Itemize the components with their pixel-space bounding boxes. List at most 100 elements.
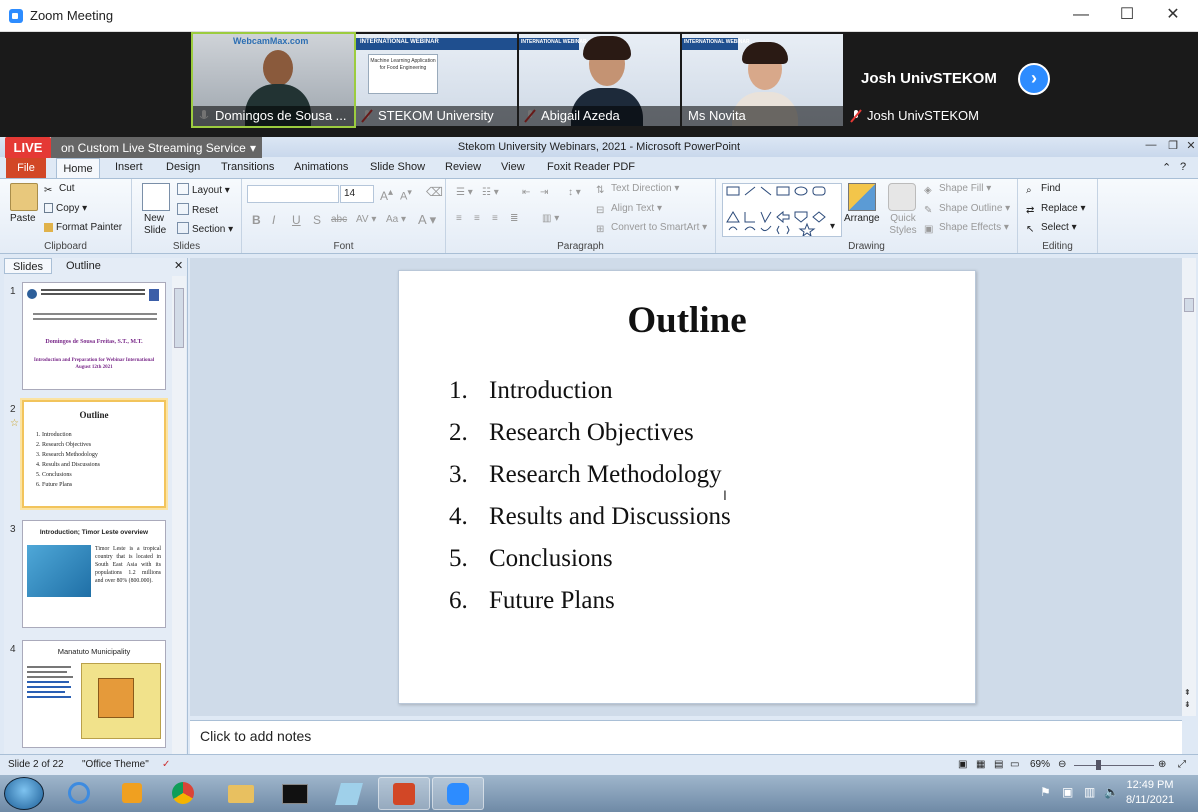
panel-close-icon[interactable]: ✕ <box>166 258 191 274</box>
align-text-button[interactable]: ⊟ Align Text ▾ <box>596 203 662 217</box>
numbering-icon[interactable]: ☷ ▾ <box>482 187 499 198</box>
increase-indent-icon[interactable]: ⇥ <box>540 187 548 198</box>
ppt-close-button[interactable]: ✕ <box>1182 139 1198 152</box>
slide-thumbnail[interactable]: Manatuto Municipality <box>22 640 166 748</box>
help-icon[interactable]: ? <box>1180 161 1186 173</box>
arrange-icon[interactable] <box>848 183 876 211</box>
slide-thumbnail-selected[interactable]: Outline 1. Introduction 2. Research Obje… <box>22 400 166 508</box>
taskbar-zoom[interactable] <box>432 777 484 810</box>
live-badge[interactable]: LIVE <box>5 137 51 159</box>
slide-scroll-thumb[interactable] <box>1184 298 1194 312</box>
strikethrough-button[interactable]: abc <box>331 214 347 225</box>
change-case-button[interactable]: Aa ▾ <box>386 214 406 225</box>
taskbar-media[interactable] <box>106 777 158 810</box>
new-slide-icon[interactable] <box>142 183 170 211</box>
next-participants-button[interactable]: › <box>1018 63 1050 95</box>
reading-view-icon[interactable]: ▤ <box>994 759 1003 770</box>
shadow-button[interactable]: S <box>313 213 321 227</box>
tab-view[interactable]: View <box>501 161 525 173</box>
smartart-button[interactable]: ⊞ Convert to SmartArt ▾ <box>596 222 707 236</box>
text-direction-button[interactable]: ⇅ Text Direction ▾ <box>596 183 679 197</box>
taskbar-app[interactable] <box>324 777 376 810</box>
reset-button[interactable]: Reset <box>177 203 218 216</box>
notes-pane[interactable]: Click to add notes <box>190 720 1182 754</box>
format-painter-button[interactable]: Format Painter <box>44 222 122 233</box>
char-spacing-icon[interactable]: AV ▾ <box>356 214 376 225</box>
tab-transitions[interactable]: Transitions <box>221 161 274 173</box>
align-right-icon[interactable]: ≡ <box>492 213 498 224</box>
select-button[interactable]: ↖ Select ▾ <box>1026 222 1077 236</box>
shape-fill-button[interactable]: ◈ Shape Fill ▾ <box>924 183 991 197</box>
network-icon[interactable]: ▥ <box>1084 785 1095 799</box>
next-slide-icon[interactable]: ⇟ <box>1184 700 1191 709</box>
tab-file[interactable]: File <box>6 158 46 178</box>
maximize-button[interactable]: ☐ <box>1104 4 1150 28</box>
tray-icon[interactable]: ▣ <box>1062 785 1073 799</box>
zoom-slider-thumb[interactable] <box>1096 760 1101 770</box>
fit-slide-icon[interactable]: ⤢ <box>1178 759 1186 770</box>
decrease-indent-icon[interactable]: ⇤ <box>522 187 530 198</box>
layout-button[interactable]: Layout ▾ <box>177 183 230 196</box>
align-left-icon[interactable]: ≡ <box>456 213 462 224</box>
close-button[interactable]: ✕ <box>1150 4 1196 28</box>
arrange-button[interactable]: Arrange <box>844 213 880 224</box>
clear-format-icon[interactable]: ⌫ <box>426 185 443 199</box>
grow-font-icon[interactable]: A▴ <box>380 187 393 203</box>
paste-icon[interactable] <box>10 183 38 211</box>
font-color-button[interactable]: A ▾ <box>418 212 436 228</box>
prev-slide-icon[interactable]: ⇞ <box>1184 688 1191 697</box>
taskbar-explorer[interactable] <box>216 777 268 810</box>
tab-slide-show[interactable]: Slide Show <box>370 161 425 173</box>
justify-icon[interactable]: ≣ <box>510 213 518 224</box>
start-button[interactable] <box>4 777 44 810</box>
slide-title[interactable]: Outline <box>399 299 975 342</box>
copy-button[interactable]: Copy ▾ <box>44 203 87 214</box>
participant-tile[interactable]: INTERNATIONAL WEBINAR Machine Learning A… <box>356 34 517 126</box>
tab-foxit[interactable]: Foxit Reader PDF <box>547 161 635 173</box>
tab-outline[interactable]: Outline <box>58 258 109 274</box>
shapes-more-icon[interactable]: ▾ <box>830 221 835 232</box>
font-size-combo[interactable]: 14 <box>340 185 374 203</box>
replace-button[interactable]: ⇄ Replace ▾ <box>1026 203 1086 217</box>
minimize-button[interactable]: — <box>1058 4 1104 28</box>
line-spacing-icon[interactable]: ↕ ▾ <box>568 187 581 198</box>
participant-tile[interactable]: WebcamMax.com Domingos de Sousa ... <box>191 32 356 128</box>
volume-icon[interactable]: 🔈 <box>1104 785 1119 799</box>
live-stream-service[interactable]: on Custom Live Streaming Service ▾ <box>51 137 262 159</box>
tab-insert[interactable]: Insert <box>115 161 143 173</box>
slide-thumbnail[interactable]: Introduction; Timor Leste overview Timor… <box>22 520 166 628</box>
slide-thumbnail[interactable]: Domingos de Sousa Freitas, S.T., M.T. In… <box>22 282 166 390</box>
zoom-slider[interactable] <box>1074 765 1154 766</box>
slideshow-view-icon[interactable]: ▭ <box>1010 759 1019 770</box>
outline-list[interactable]: 1. Introduction 2. Research Objectives 3. R… <box>449 375 731 627</box>
bold-button[interactable]: B <box>252 213 261 227</box>
tab-slides[interactable]: Slides <box>4 258 52 274</box>
spellcheck-icon[interactable]: ✓ <box>162 759 170 770</box>
current-slide[interactable]: Outline 1. Introduction 2. Research Object… <box>398 270 976 704</box>
ribbon-collapse-icon[interactable]: ⌃ <box>1162 161 1171 174</box>
shape-outline-button[interactable]: ✎ Shape Outline ▾ <box>924 203 1010 217</box>
taskbar-ie[interactable] <box>54 777 106 810</box>
align-center-icon[interactable]: ≡ <box>474 213 480 224</box>
ppt-restore-button[interactable]: ❐ <box>1164 139 1182 152</box>
quick-styles-button[interactable]: Quick Styles <box>888 213 918 237</box>
taskbar-chrome[interactable] <box>158 777 210 810</box>
zoom-in-icon[interactable]: ⊕ <box>1158 759 1166 770</box>
panel-scrollbar[interactable] <box>172 276 186 754</box>
tab-home[interactable]: Home <box>56 158 100 179</box>
shrink-font-icon[interactable]: A▾ <box>400 187 412 203</box>
flag-icon[interactable]: ⚑ <box>1040 785 1051 799</box>
zoom-out-icon[interactable]: ⊖ <box>1058 759 1066 770</box>
bullets-icon[interactable]: ☰ ▾ <box>456 187 473 198</box>
participant-tile[interactable]: INTERNATIONAL WEBINAR Abigail Azeda <box>519 34 680 126</box>
panel-scroll-thumb[interactable] <box>174 288 184 348</box>
taskbar-powerpoint[interactable] <box>378 777 430 810</box>
participant-tile[interactable]: INTERNATIONAL WEBINAR Ms Novita <box>682 34 843 126</box>
zoom-level[interactable]: 69% <box>1030 759 1050 770</box>
tab-animations[interactable]: Animations <box>294 161 348 173</box>
cut-button[interactable]: ✂ Cut <box>44 183 75 197</box>
quick-styles-icon[interactable] <box>888 183 916 211</box>
normal-view-icon[interactable]: ▣ <box>958 759 967 770</box>
tab-review[interactable]: Review <box>445 161 481 173</box>
slide-sorter-icon[interactable]: ▦ <box>976 759 985 770</box>
